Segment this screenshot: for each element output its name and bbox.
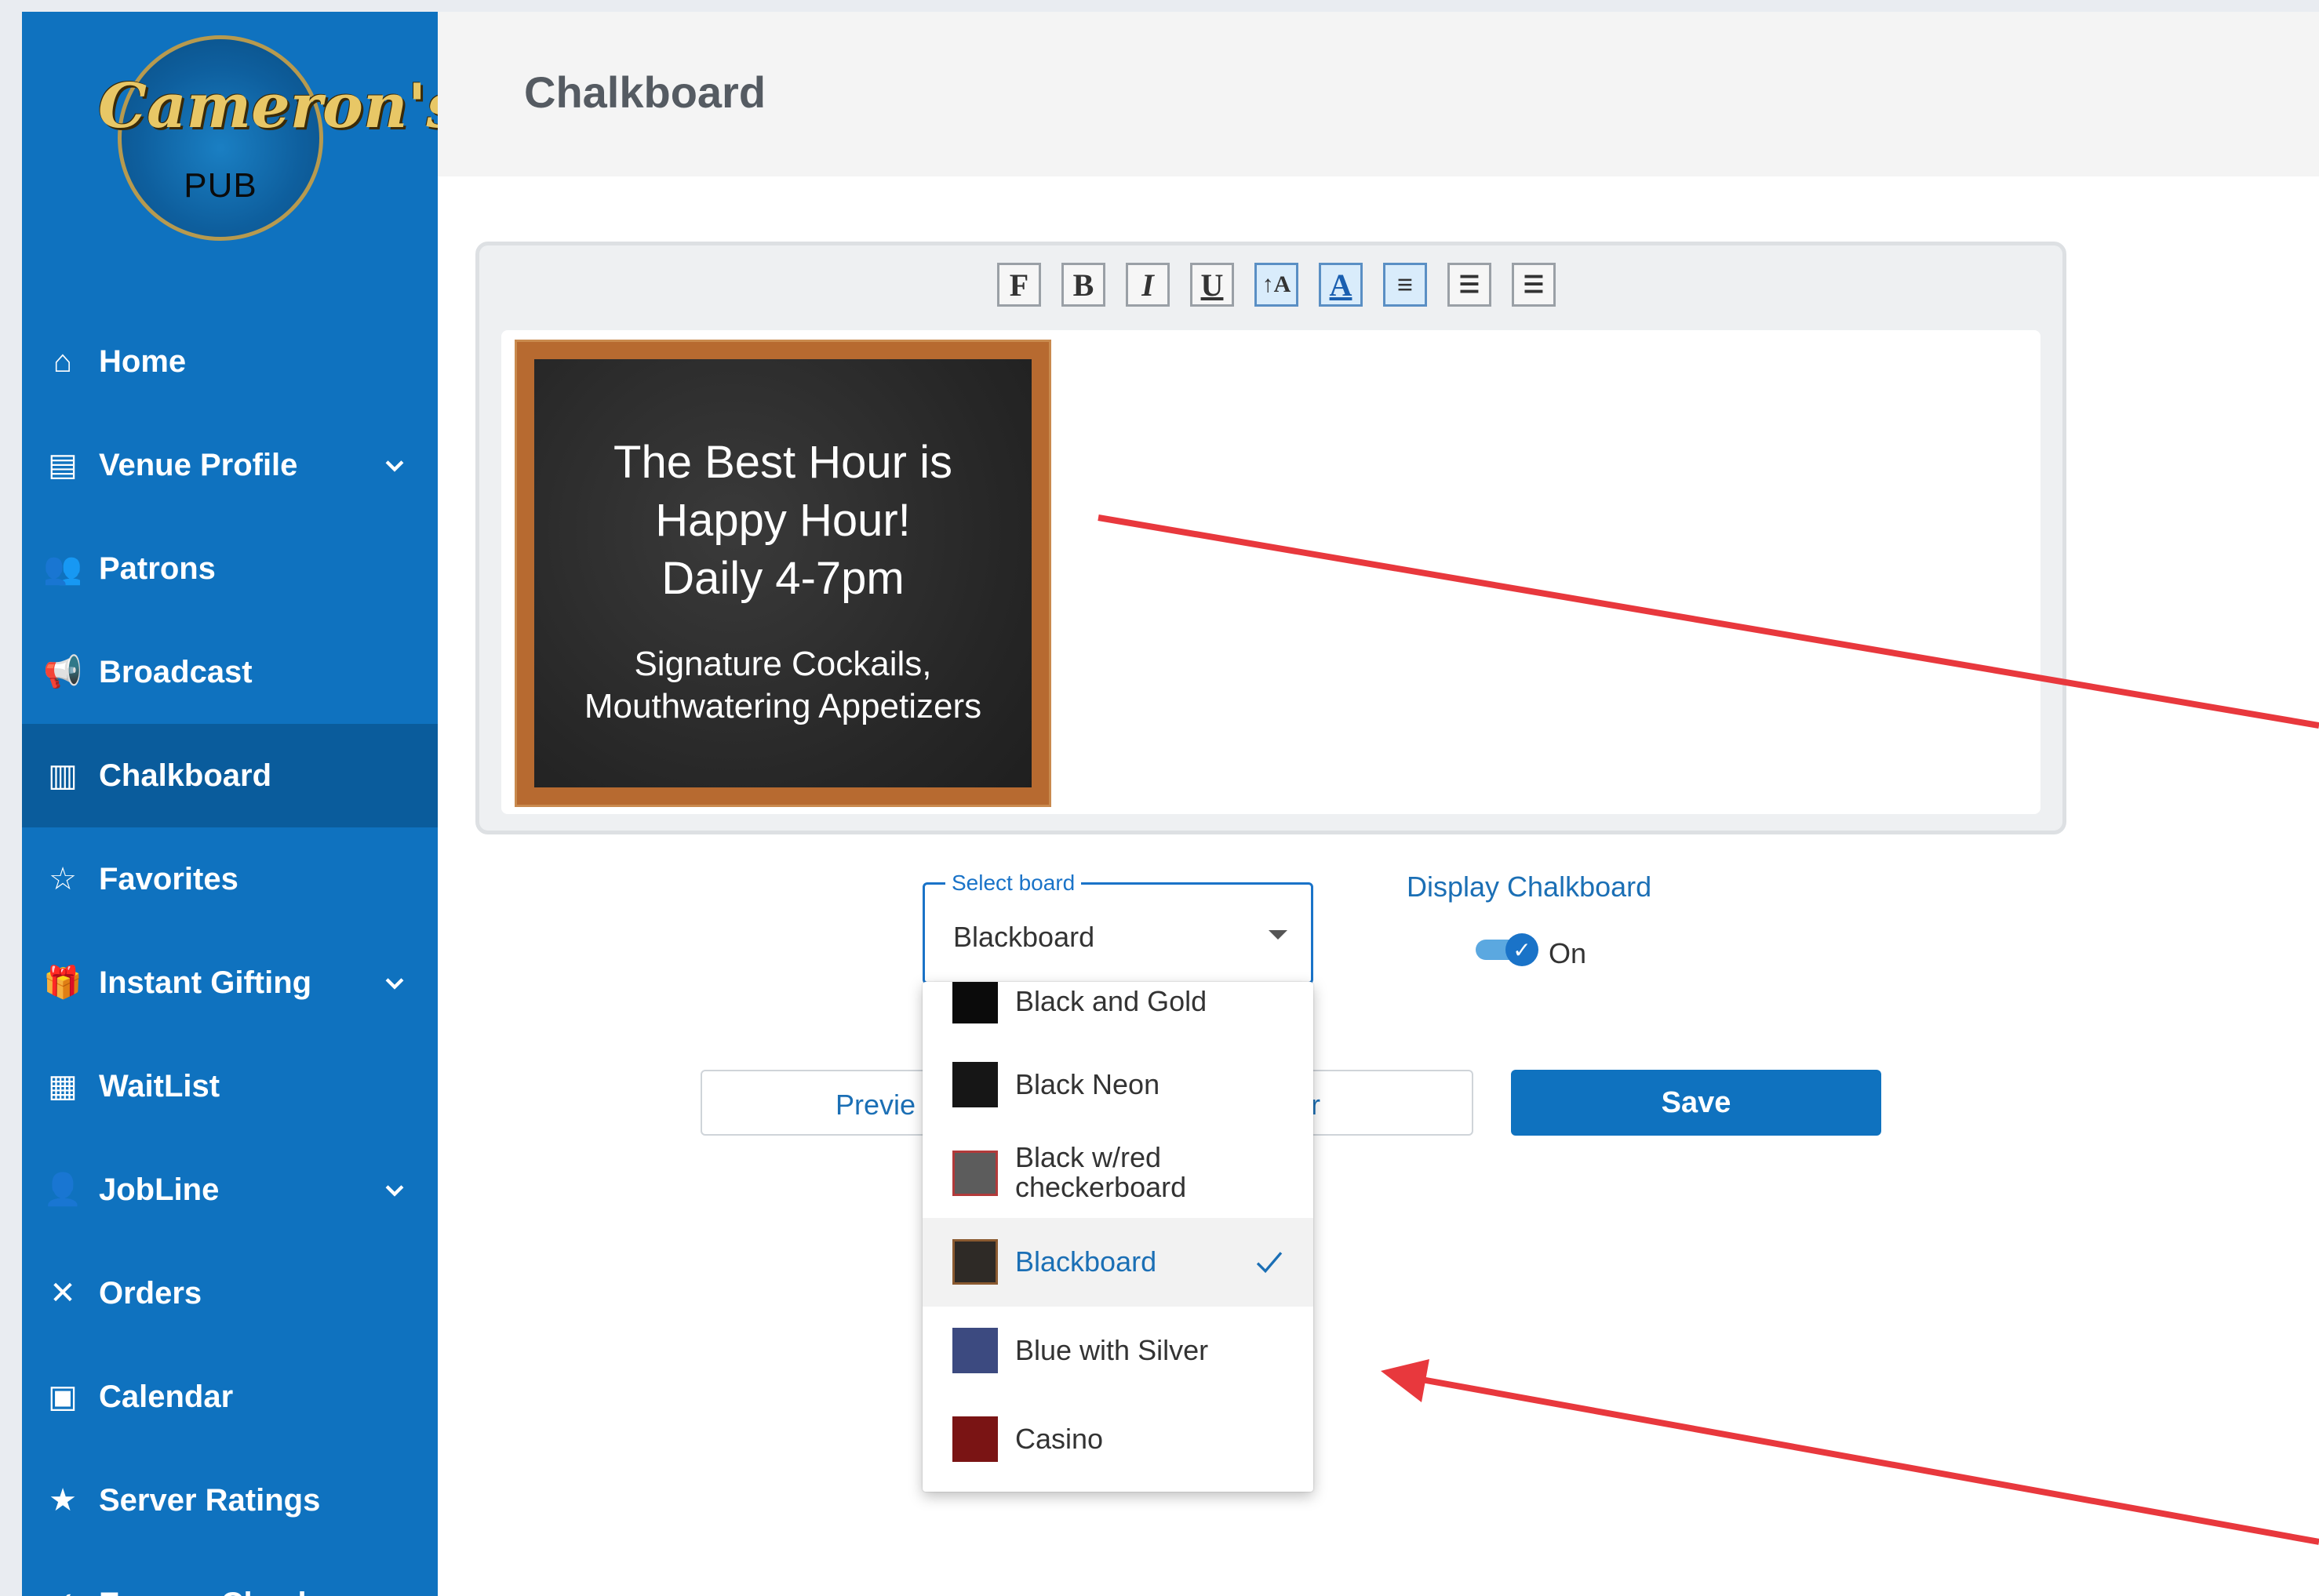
select-board-value: Blackboard xyxy=(953,921,1095,953)
sidebar-item-label: Home xyxy=(99,344,187,379)
sidebar-item-jobline[interactable]: 👤 JobLine xyxy=(22,1138,438,1242)
bullet-list-button[interactable]: ☰ xyxy=(1447,263,1491,307)
chevron-down-icon xyxy=(385,460,404,472)
home-icon: ⌂ xyxy=(53,344,73,379)
sidebar: Cameron's PUB ⌂ Home ▤ Venue Profile 👥 P… xyxy=(22,12,461,1596)
chevron-down-icon xyxy=(385,978,404,990)
board-option-label: Casino xyxy=(1015,1423,1104,1455)
caret-down-icon xyxy=(1269,930,1287,940)
gift-icon: 🎁 xyxy=(43,965,82,1000)
sidebar-item-label: WaitList xyxy=(99,1068,220,1103)
sidebar-item-label: Venue Profile xyxy=(99,447,298,482)
sidebar-item-label: ExpressCheck xyxy=(99,1587,315,1596)
sidebar-item-label: Server Ratings xyxy=(99,1482,321,1518)
board-option-black-neon[interactable]: Black Neon xyxy=(923,1041,1313,1129)
list-icon: ▦ xyxy=(48,1069,78,1103)
sidebar-item-server-ratings[interactable]: ★ Server Ratings xyxy=(22,1449,438,1552)
sidebar-item-instant-gifting[interactable]: 🎁 Instant Gifting xyxy=(22,931,438,1034)
chalkboard-subline: Signature Cockails, Mouthwatering Appeti… xyxy=(584,645,982,725)
person-search-icon: 👤 xyxy=(43,1172,82,1207)
chevron-down-icon xyxy=(385,1185,404,1197)
star-icon: ★ xyxy=(49,1483,77,1518)
utensils-icon: ✕ xyxy=(49,1276,76,1311)
preview-button-label: Previe xyxy=(835,1089,916,1121)
venue-logo: Cameron's PUB xyxy=(98,35,461,241)
board-option-label: Black Neon xyxy=(1015,1068,1160,1100)
display-chalkboard-label: Display Chalkboard xyxy=(1407,871,1652,903)
font-size-button[interactable]: ↑A xyxy=(1254,263,1298,307)
sidebar-item-label: Patrons xyxy=(99,551,216,586)
format-toolbar: F B I U ↑A A ≡ ☰ ☰ xyxy=(997,263,1556,307)
sidebar-item-broadcast[interactable]: 📢 Broadcast xyxy=(22,620,438,724)
chalkboard-icon: ▥ xyxy=(48,758,78,793)
checkmark-icon xyxy=(1256,1252,1283,1274)
font-color-button[interactable]: A xyxy=(1319,263,1363,307)
board-options-list: Black and Gold Black Neon Black w/red ch… xyxy=(923,982,1313,1492)
board-option-black-red-checkerboard[interactable]: Black w/red checkerboard xyxy=(923,1129,1313,1218)
editor-content-area[interactable]: The Best Hour is Happy Hour! Daily 4-7pm… xyxy=(501,330,2041,814)
underline-button[interactable]: U xyxy=(1190,263,1234,307)
store-icon: ▤ xyxy=(48,448,78,482)
board-swatch xyxy=(952,1416,998,1462)
board-swatch xyxy=(952,1328,998,1373)
sidebar-item-label: Broadcast xyxy=(99,654,253,689)
sidebar-item-label: Favorites xyxy=(99,861,238,896)
sidebar-nav: ⌂ Home ▤ Venue Profile 👥 Patrons 📢 Broad… xyxy=(22,310,438,1596)
bold-button[interactable]: B xyxy=(1061,263,1105,307)
italic-button[interactable]: I xyxy=(1126,263,1170,307)
chalkboard-headline: The Best Hour is Happy Hour! Daily 4-7pm xyxy=(613,437,952,604)
check-icon: ✓ xyxy=(1505,933,1538,966)
sidebar-item-label: Instant Gifting xyxy=(99,965,312,1000)
board-option-label: Blackboard xyxy=(1015,1245,1157,1278)
chalkboard-editor: F B I U ↑A A ≡ ☰ ☰ The Best Hour is Happ… xyxy=(475,242,2066,834)
board-option-label: Black and Gold xyxy=(1015,985,1207,1017)
sidebar-item-favorites[interactable]: ☆ Favorites xyxy=(22,827,438,931)
sidebar-item-patrons[interactable]: 👥 Patrons xyxy=(22,517,438,620)
sidebar-item-calendar[interactable]: ▣ Calendar xyxy=(22,1345,438,1449)
sidebar-item-label: JobLine xyxy=(99,1172,220,1207)
chalkboard-preview: The Best Hour is Happy Hour! Daily 4-7pm… xyxy=(517,342,1049,805)
sidebar-item-home[interactable]: ⌂ Home xyxy=(22,310,438,413)
select-board-label: Select board xyxy=(945,871,1082,896)
save-button[interactable]: Save xyxy=(1511,1070,1881,1136)
sidebar-item-label: Orders xyxy=(99,1275,202,1311)
sidebar-item-label: Chalkboard xyxy=(99,758,272,793)
app-window: Cameron's PUB ⌂ Home ▤ Venue Profile 👥 P… xyxy=(22,12,2319,1596)
board-swatch xyxy=(952,1062,998,1107)
toggle-state-label: On xyxy=(1549,937,1587,969)
board-option-black-and-gold[interactable]: Black and Gold xyxy=(923,982,1313,1041)
board-swatch xyxy=(952,1239,998,1285)
board-swatch xyxy=(952,1151,998,1196)
board-option-casino[interactable]: Casino xyxy=(923,1395,1313,1484)
sidebar-item-expresscheck[interactable]: ✓ ExpressCheck xyxy=(22,1552,438,1596)
board-swatch xyxy=(952,982,998,1023)
board-option-blue-with-silver[interactable]: Blue with Silver xyxy=(923,1307,1313,1395)
board-option-blackboard[interactable]: Blackboard xyxy=(923,1218,1313,1307)
megaphone-icon: 📢 xyxy=(43,655,82,689)
page-header: Chalkboard xyxy=(438,12,2319,176)
chalkboard-surface: The Best Hour is Happy Hour! Daily 4-7pm… xyxy=(534,359,1032,787)
logo-subtitle: PUB xyxy=(184,166,257,205)
font-button[interactable]: F xyxy=(997,263,1041,307)
sidebar-item-venue-profile[interactable]: ▤ Venue Profile xyxy=(22,413,438,517)
display-chalkboard-toggle[interactable]: ✓ xyxy=(1476,933,1538,966)
numbered-list-button[interactable]: ☰ xyxy=(1512,263,1556,307)
sidebar-item-orders[interactable]: ✕ Orders xyxy=(22,1242,438,1345)
check-icon: ✓ xyxy=(39,1588,86,1596)
calendar-icon: ▣ xyxy=(48,1380,78,1414)
page-title: Chalkboard xyxy=(524,67,766,117)
board-option-label: Blue with Silver xyxy=(1015,1334,1209,1366)
sidebar-item-label: Calendar xyxy=(99,1379,234,1414)
logo-title: Cameron's xyxy=(98,71,461,142)
board-option-label: Black w/red checkerboard xyxy=(1015,1141,1187,1203)
select-board-dropdown[interactable]: Select board Blackboard xyxy=(923,871,1313,984)
sidebar-item-waitlist[interactable]: ▦ WaitList xyxy=(22,1034,438,1138)
sidebar-item-chalkboard[interactable]: ▥ Chalkboard xyxy=(22,724,438,827)
people-icon: 👥 xyxy=(43,551,82,586)
align-button[interactable]: ≡ xyxy=(1383,263,1427,307)
star-outline-icon: ☆ xyxy=(49,862,77,896)
